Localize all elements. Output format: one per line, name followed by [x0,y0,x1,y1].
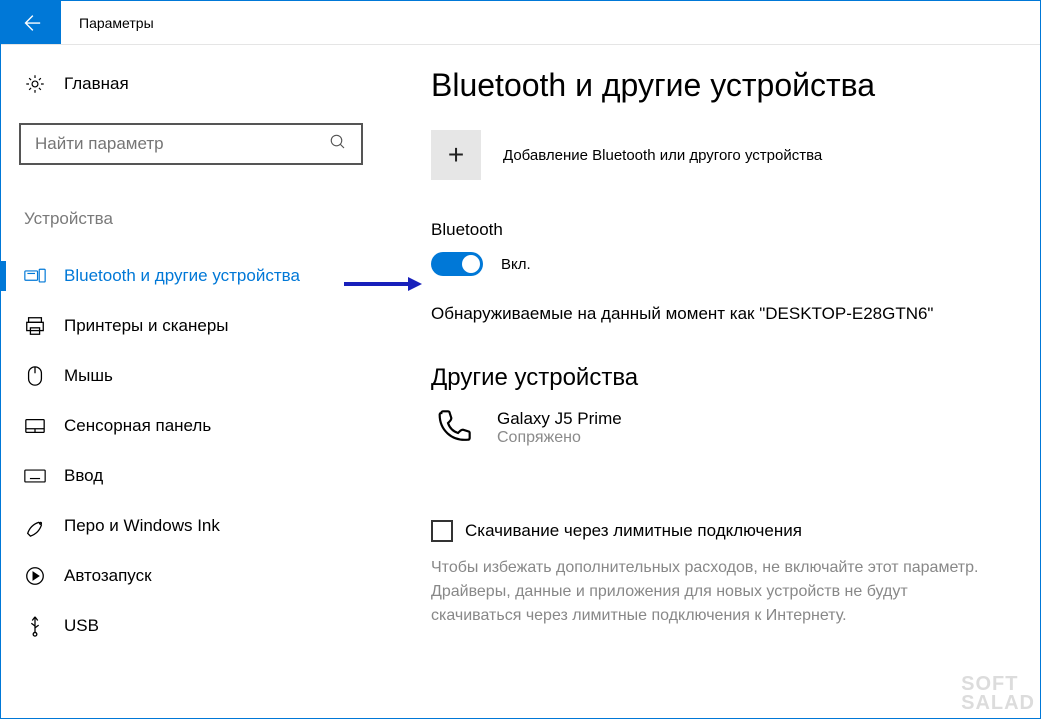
metered-info: Чтобы избежать дополнительных расходов, … [431,556,991,628]
printer-icon [24,315,46,337]
sidebar-item-typing[interactable]: Ввод [19,451,363,501]
sidebar-item-label: Сенсорная панель [64,416,211,436]
device-status: Сопряжено [497,429,622,447]
search-icon [329,133,347,156]
usb-icon [24,615,46,637]
sidebar-item-label: Ввод [64,466,103,486]
toggle-state-label: Вкл. [501,256,531,273]
sidebar-item-label: Bluetooth и другие устройства [64,266,300,286]
sidebar-item-label: Мышь [64,366,113,386]
sidebar-item-autoplay[interactable]: Автозапуск [19,551,363,601]
sidebar-item-label: Автозапуск [64,566,152,586]
sidebar-item-pen[interactable]: Перо и Windows Ink [19,501,363,551]
add-device-label: Добавление Bluetooth или другого устройс… [503,147,822,164]
sidebar: Главная Устройства Bluetooth и другие ус… [1,45,381,718]
add-device-row[interactable]: + Добавление Bluetooth или другого устро… [431,130,1016,180]
touchpad-icon [24,415,46,437]
sidebar-home[interactable]: Главная [19,73,363,95]
sidebar-item-label: Принтеры и сканеры [64,316,229,336]
sidebar-item-touchpad[interactable]: Сенсорная панель [19,401,363,451]
search-field[interactable] [35,134,329,154]
search-input[interactable] [19,123,363,165]
arrow-left-icon [20,12,42,34]
pen-icon [24,515,46,537]
gear-icon [24,73,46,95]
sidebar-home-label: Главная [64,74,129,94]
sidebar-item-printers[interactable]: Принтеры и сканеры [19,301,363,351]
autoplay-icon [24,565,46,587]
metered-label: Скачивание через лимитные подключения [465,521,802,541]
phone-icon [431,406,475,450]
sidebar-item-label: USB [64,616,99,636]
sidebar-item-bluetooth[interactable]: Bluetooth и другие устройства [19,251,363,301]
bluetooth-toggle[interactable] [431,252,483,276]
metered-checkbox[interactable] [431,520,453,542]
devices-icon [24,265,46,287]
window-title: Параметры [61,1,154,44]
page-title: Bluetooth и другие устройства [431,67,1016,104]
sidebar-item-usb[interactable]: USB [19,601,363,651]
mouse-icon [24,365,46,387]
sidebar-item-label: Перо и Windows Ink [64,516,220,536]
main-content: Bluetooth и другие устройства + Добавлен… [381,45,1040,718]
discoverable-text: Обнаруживаемые на данный момент как "DES… [431,304,1016,324]
titlebar: Параметры [1,1,1040,45]
back-button[interactable] [1,1,61,44]
toggle-knob [462,255,480,273]
sidebar-section-label: Устройства [19,209,363,229]
plus-icon: + [448,139,464,171]
keyboard-icon [24,465,46,487]
add-device-button[interactable]: + [431,130,481,180]
device-name: Galaxy J5 Prime [497,409,622,429]
device-row[interactable]: Galaxy J5 Prime Сопряжено [431,406,1016,450]
sidebar-item-mouse[interactable]: Мышь [19,351,363,401]
bluetooth-label: Bluetooth [431,220,1016,240]
other-devices-title: Другие устройства [431,364,1016,392]
